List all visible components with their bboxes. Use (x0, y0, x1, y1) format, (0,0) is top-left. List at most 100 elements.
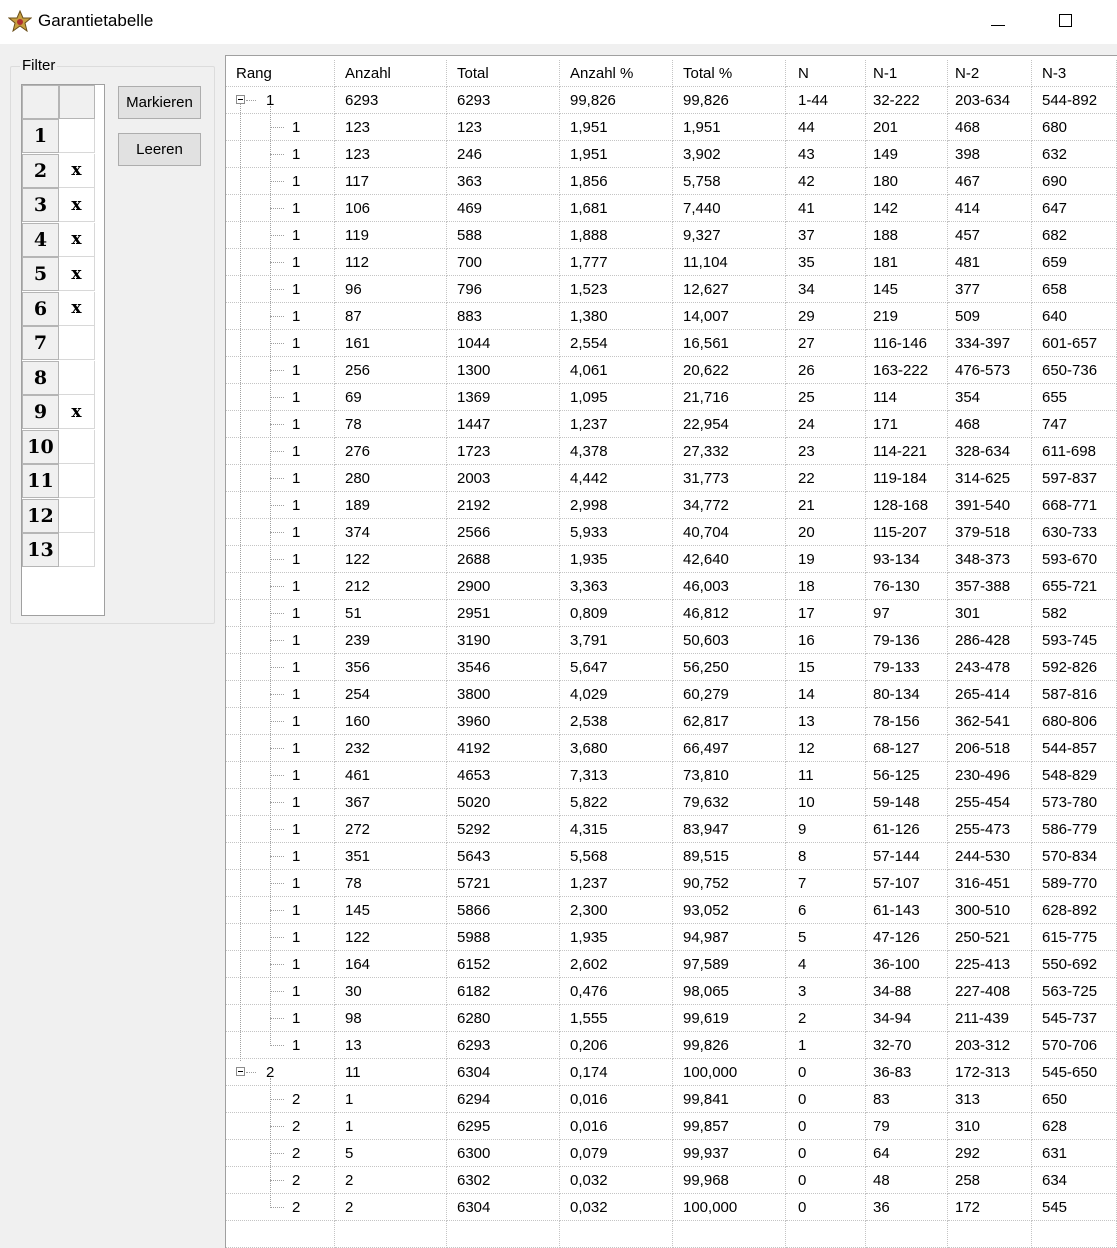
filter-row[interactable]: 10 (22, 429, 95, 464)
tree-child-row[interactable]: 1 51 2951 0,809 46,812 17 97 301 582 (226, 600, 1117, 627)
tree-child-row[interactable]: 1 280 2003 4,442 31,773 22 119-184 314-625 597-8… (226, 465, 1117, 492)
filter-row-value[interactable]: x (59, 257, 95, 291)
cell-n-3[interactable]: N-3 (1032, 60, 1117, 87)
tree-child-row[interactable]: 1 145 5866 2,300 93,052 6 61-143 300-510 628-892 (226, 897, 1117, 924)
tree-child-row[interactable]: 1 122 5988 1,935 94,987 5 47-126 250-521 615-775 (226, 924, 1117, 951)
filter-row[interactable]: 6x (22, 291, 95, 326)
filter-row-value[interactable]: x (59, 291, 95, 326)
cell-text: 97,589 (683, 956, 729, 973)
filter-row-header[interactable]: 12 (22, 498, 59, 533)
tree-child-row[interactable]: 1 160 3960 2,538 62,817 13 78-156 362-541 680-80… (226, 708, 1117, 735)
tree-child-row[interactable]: 1 189 2192 2,998 34,772 21 128-168 391-540 668-7… (226, 492, 1117, 519)
cell-rang[interactable]: Rang (226, 60, 335, 87)
tree-child-row[interactable]: 1 117 363 1,856 5,758 42 180 467 690 (226, 168, 1117, 195)
collapse-icon[interactable] (236, 1067, 245, 1076)
tree-child-row[interactable]: 1 367 5020 5,822 79,632 10 59-148 255-454 573-78… (226, 789, 1117, 816)
filter-row-header[interactable]: 1 (22, 119, 59, 153)
maximize-button[interactable] (1043, 0, 1089, 44)
tree-child-row[interactable]: 1 161 1044 2,554 16,561 27 116-146 334-397 601-6… (226, 330, 1117, 357)
tree-child-row[interactable]: 1 78 5721 1,237 90,752 7 57-107 316-451 589-770 (226, 870, 1117, 897)
tree-child-row[interactable]: 1 30 6182 0,476 98,065 3 34-88 227-408 563-725 (226, 978, 1117, 1005)
cell-total-pct[interactable]: Total % (673, 60, 786, 87)
filter-row-value[interactable] (59, 498, 95, 533)
filter-row[interactable]: 1 (22, 119, 95, 153)
tree-child-row[interactable]: 2 5 6300 0,079 99,937 0 64 292 631 (226, 1140, 1117, 1167)
cell-total[interactable]: Total (447, 60, 560, 87)
tree-child-row[interactable]: 1 123 123 1,951 1,951 44 201 468 680 (226, 114, 1117, 141)
filter-row-header[interactable]: 7 (22, 326, 59, 360)
tree-child-row[interactable]: 2 1 6295 0,016 99,857 0 79 310 628 (226, 1113, 1117, 1140)
filter-row[interactable]: 5x (22, 257, 95, 291)
filter-row-value[interactable]: x (59, 188, 95, 222)
filter-row[interactable]: 3x (22, 188, 95, 222)
collapse-icon[interactable] (236, 95, 245, 104)
tree-child-row[interactable]: 1 69 1369 1,095 21,716 25 114 354 655 (226, 384, 1117, 411)
filter-row-value[interactable] (59, 464, 95, 498)
tree-child-row[interactable]: 1 13 6293 0,206 99,826 1 32-70 203-312 570-706 (226, 1032, 1117, 1059)
tree-child-row[interactable]: 1 232 4192 3,680 66,497 12 68-127 206-518 544-85… (226, 735, 1117, 762)
filter-row[interactable]: 9x (22, 395, 95, 429)
cell-n-1[interactable]: N-1 (866, 60, 948, 87)
tree-child-row[interactable]: 1 256 1300 4,061 20,622 26 163-222 476-573 650-7… (226, 357, 1117, 384)
filter-row-value[interactable]: x (59, 153, 95, 188)
clear-button[interactable]: Leeren (118, 133, 201, 166)
tree-parent-row[interactable]: 2 11 6304 0,174 100,000 0 36-83 172-313 545-650 (226, 1059, 1117, 1086)
tree-child-row[interactable]: 1 87 883 1,380 14,007 29 219 509 640 (226, 303, 1117, 330)
tree-child-row[interactable]: 1 356 3546 5,647 56,250 15 79-133 243-478 592-82… (226, 654, 1117, 681)
filter-row[interactable]: 13 (22, 533, 95, 567)
guarantee-tree-table[interactable]: Rang Anzahl Total Anzahl % Total % N N-1 N-2 N-3… (225, 55, 1117, 1248)
cell-anzahl[interactable]: Anzahl (335, 60, 447, 87)
tree-child-row[interactable]: 2 1 6294 0,016 99,841 0 83 313 650 (226, 1086, 1117, 1113)
tree-child-row[interactable]: 1 119 588 1,888 9,327 37 188 457 682 (226, 222, 1117, 249)
tree-child-row[interactable]: 1 98 6280 1,555 99,619 2 34-94 211-439 545-737 (226, 1005, 1117, 1032)
tree-child-row[interactable]: 1 272 5292 4,315 83,947 9 61-126 255-473 586-779 (226, 816, 1117, 843)
minimize-button[interactable] (975, 0, 1021, 44)
mark-button[interactable]: Markieren (118, 86, 201, 119)
cell-text: 2,998 (570, 497, 608, 514)
tree-child-row[interactable]: 1 374 2566 5,933 40,704 20 115-207 379-518 630-7… (226, 519, 1117, 546)
filter-row-header[interactable]: 10 (22, 429, 59, 464)
filter-row-value[interactable] (59, 360, 95, 395)
filter-row-value[interactable]: x (59, 222, 95, 257)
tree-child-row[interactable]: 1 123 246 1,951 3,902 43 149 398 632 (226, 141, 1117, 168)
tree-child-row[interactable]: 1 164 6152 2,602 97,589 4 36-100 225-413 550-692 (226, 951, 1117, 978)
filter-row[interactable]: 12 (22, 498, 95, 533)
tree-child-row[interactable]: 1 276 1723 4,378 27,332 23 114-221 328-634 611-6… (226, 438, 1117, 465)
filter-row-header[interactable]: 3 (22, 188, 59, 222)
tree-child-row[interactable]: 1 96 796 1,523 12,627 34 145 377 658 (226, 276, 1117, 303)
filter-row-header[interactable]: 9 (22, 395, 59, 429)
tree-child-row[interactable]: 1 351 5643 5,568 89,515 8 57-144 244-530 570-834 (226, 843, 1117, 870)
tree-child-row[interactable]: 1 461 4653 7,313 73,810 11 56-125 230-496 548-82… (226, 762, 1117, 789)
filter-row-value[interactable] (59, 533, 95, 567)
tree-child-row[interactable]: 2 2 6304 0,032 100,000 0 36 172 545 (226, 1194, 1117, 1221)
filter-row[interactable]: 2x (22, 153, 95, 188)
tree-child-row[interactable]: 1 239 3190 3,791 50,603 16 79-136 286-428 593-74… (226, 627, 1117, 654)
tree-child-row[interactable]: 1 254 3800 4,029 60,279 14 80-134 265-414 587-81… (226, 681, 1117, 708)
filter-row[interactable]: 11 (22, 464, 95, 498)
filter-row-header[interactable]: 13 (22, 533, 59, 567)
filter-row-value[interactable] (59, 326, 95, 360)
tree-child-row[interactable]: 1 78 1447 1,237 22,954 24 171 468 747 (226, 411, 1117, 438)
filter-row-header[interactable]: 6 (22, 291, 59, 326)
tree-child-row[interactable]: 2 2 6302 0,032 99,968 0 48 258 634 (226, 1167, 1117, 1194)
filter-row-header[interactable]: 4 (22, 222, 59, 257)
tree-child-row[interactable]: 1 212 2900 3,363 46,003 18 76-130 357-388 655-72… (226, 573, 1117, 600)
cell-anzahl-pct[interactable]: Anzahl % (560, 60, 673, 87)
tree-parent-row[interactable]: 1 6293 6293 99,826 99,826 1-44 32-222 203-634 54… (226, 87, 1117, 114)
cell-n[interactable]: N (786, 60, 866, 87)
filter-row-header[interactable]: 2 (22, 153, 59, 188)
filter-row[interactable]: 8 (22, 360, 95, 395)
filter-row[interactable]: 4x (22, 222, 95, 257)
filter-row-header[interactable]: 11 (22, 464, 59, 498)
tree-child-row[interactable]: 1 112 700 1,777 11,104 35 181 481 659 (226, 249, 1117, 276)
filter-row-value[interactable]: x (59, 395, 95, 429)
tree-child-row[interactable]: 1 122 2688 1,935 42,640 19 93-134 348-373 593-67… (226, 546, 1117, 573)
cell-n-2[interactable]: N-2 (948, 60, 1032, 87)
filter-row-header[interactable]: 5 (22, 257, 59, 291)
filter-row-header[interactable]: 8 (22, 360, 59, 395)
tree-child-row[interactable]: 1 106 469 1,681 7,440 41 142 414 647 (226, 195, 1117, 222)
filter-grid[interactable]: 1 2 x 3 x 4 x 5 x 6 x 7 8 9 x 10 11 12 13 (21, 84, 105, 616)
filter-row[interactable]: 7 (22, 326, 95, 360)
filter-row-value[interactable] (59, 429, 95, 464)
filter-row-value[interactable] (59, 119, 95, 153)
